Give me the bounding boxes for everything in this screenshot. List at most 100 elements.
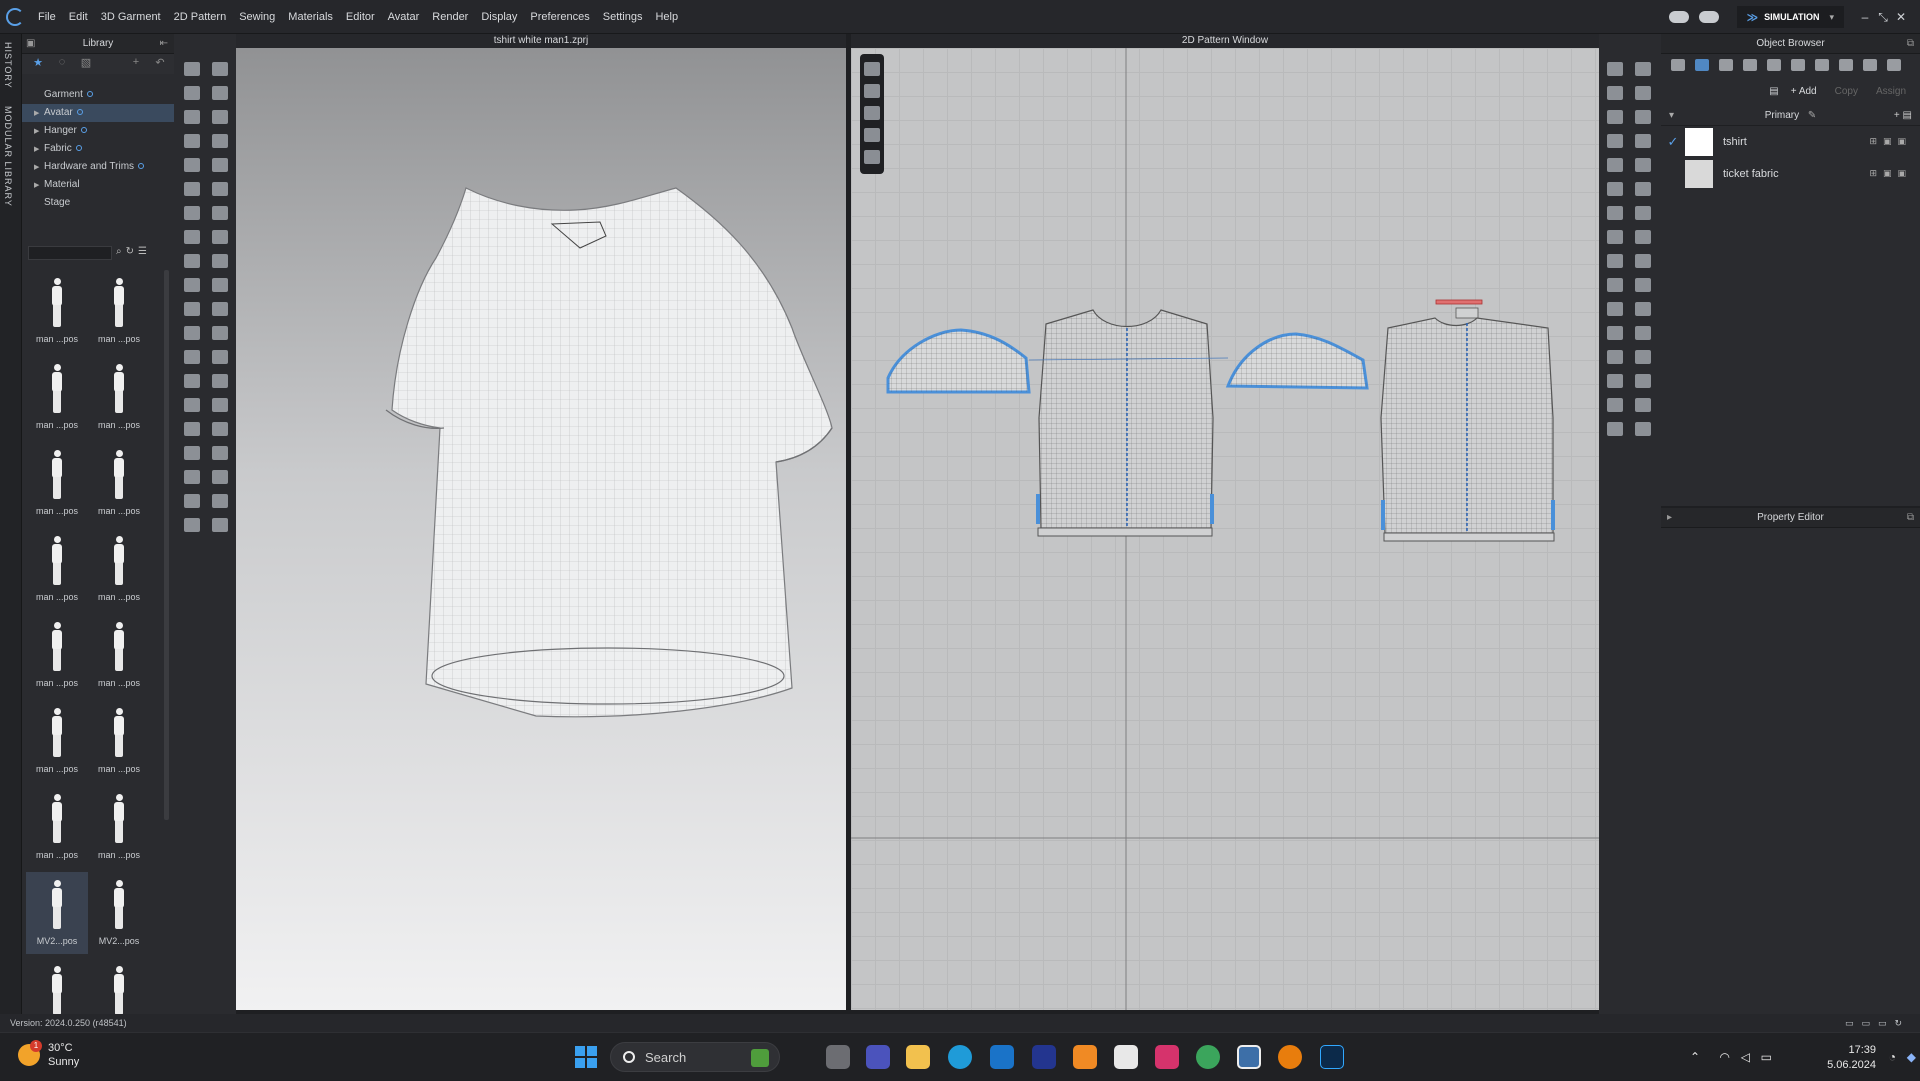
avatar-thumbnail[interactable]: man ...pos: [26, 356, 88, 438]
tool-icon[interactable]: [184, 278, 200, 292]
tool-icon[interactable]: [212, 254, 228, 268]
tool-icon[interactable]: [1635, 182, 1651, 196]
tree-item-hardware-and-trims[interactable]: ▶ Hardware and Trims: [22, 158, 174, 176]
tool-icon[interactable]: [1607, 134, 1623, 148]
tool-icon[interactable]: [184, 254, 200, 268]
tool-icon[interactable]: [184, 182, 200, 196]
taskbar-search[interactable]: Search: [610, 1042, 780, 1072]
tool-icon[interactable]: [184, 470, 200, 484]
back-icon[interactable]: ↶: [150, 56, 170, 72]
tool-icon[interactable]: [184, 374, 200, 388]
tool-icon[interactable]: [212, 86, 228, 100]
volume-icon[interactable]: ◁: [1741, 1050, 1750, 1064]
graphic-icon[interactable]: [1719, 59, 1733, 71]
tool-icon[interactable]: [1607, 182, 1623, 196]
menu-2d-pattern[interactable]: 2D Pattern: [174, 11, 227, 23]
add-button[interactable]: + Add: [1785, 84, 1823, 99]
box-app-icon[interactable]: [1073, 1045, 1097, 1069]
tool-icon[interactable]: [212, 278, 228, 292]
tool-icon[interactable]: [212, 470, 228, 484]
tool-icon[interactable]: [184, 302, 200, 316]
fabric-item-ticket-fabric[interactable]: ticket fabric ⊞▣▣: [1661, 158, 1920, 190]
library-scrollbar[interactable]: [164, 270, 169, 820]
colorway-section[interactable]: ▾ Primary ✎ + ▤: [1661, 106, 1920, 126]
menu-avatar[interactable]: Avatar: [388, 11, 420, 23]
photoshop-icon[interactable]: [1320, 1045, 1344, 1069]
tool-icon[interactable]: [212, 374, 228, 388]
avatar-thumbnail[interactable]: man ...pos: [26, 700, 88, 782]
expand-arrow-icon[interactable]: ▾: [1669, 106, 1674, 126]
menu-materials[interactable]: Materials: [288, 11, 333, 23]
cloud-sync-icon[interactable]: [1698, 11, 1719, 23]
tool-icon[interactable]: [1635, 398, 1651, 412]
folder-icon[interactable]: ▤: [1769, 86, 1778, 97]
chevron-up-icon[interactable]: ⌃: [1690, 1050, 1700, 1064]
tool-icon[interactable]: [184, 110, 200, 124]
clock[interactable]: 17:39 5.06.2024: [1827, 1043, 1876, 1073]
buttonhole-icon[interactable]: [1767, 59, 1781, 71]
blender-icon[interactable]: [1278, 1045, 1302, 1069]
tool-icon[interactable]: [1607, 86, 1623, 100]
tool-icon[interactable]: [212, 110, 228, 124]
tool-icon[interactable]: [184, 158, 200, 172]
tool-icon[interactable]: [1607, 278, 1623, 292]
tool-icon[interactable]: [1635, 158, 1651, 172]
fabric-icon[interactable]: [1695, 59, 1709, 71]
tree-item-material[interactable]: ▶ Material: [22, 176, 174, 194]
tool-icon[interactable]: [864, 128, 880, 142]
menu-help[interactable]: Help: [655, 11, 678, 23]
menu-sewing[interactable]: Sewing: [239, 11, 275, 23]
avatar-thumbnail[interactable]: man ...pos: [26, 528, 88, 610]
tool-icon[interactable]: [184, 206, 200, 220]
edge-icon[interactable]: [948, 1045, 972, 1069]
close-button[interactable]: ✕: [1892, 10, 1910, 24]
avatar-thumbnail[interactable]: man ...pos: [88, 356, 150, 438]
tool-icon[interactable]: [1607, 350, 1623, 364]
tool-icon[interactable]: [1635, 350, 1651, 364]
tool-icon[interactable]: [212, 302, 228, 316]
assign-button[interactable]: Assign: [1870, 84, 1912, 99]
tool-icon[interactable]: [212, 326, 228, 340]
tool-icon[interactable]: [1635, 110, 1651, 124]
notification-bell-icon[interactable]: ◔: [1889, 1050, 1896, 1064]
avatar-thumbnail[interactable]: man ...pos: [26, 786, 88, 868]
library-search-input[interactable]: [28, 246, 112, 260]
tool-icon[interactable]: [1607, 230, 1623, 244]
add-colorway-icon[interactable]: + ▤: [1894, 106, 1912, 126]
tool-icon[interactable]: [1635, 206, 1651, 220]
minimize-button[interactable]: –: [1856, 10, 1874, 24]
tool-icon[interactable]: [1607, 422, 1623, 436]
cloud-share-icon[interactable]: [1668, 11, 1689, 23]
avatar-thumbnail[interactable]: MV2...pos: [26, 872, 88, 954]
tool-icon[interactable]: [212, 206, 228, 220]
3d-garment-viewport[interactable]: tshirt white man1.zprj: [236, 34, 846, 1010]
file-explorer-icon[interactable]: [906, 1045, 930, 1069]
avatar-thumbnail[interactable]: man ...pos: [88, 442, 150, 524]
scene-icon[interactable]: [1671, 59, 1685, 71]
tool-icon[interactable]: [1607, 398, 1623, 412]
wifi-icon[interactable]: ◠: [1720, 1050, 1730, 1064]
tool-icon[interactable]: [212, 518, 228, 532]
recent-icon[interactable]: ◌: [52, 56, 72, 72]
tool-icon[interactable]: [212, 182, 228, 196]
tool-icon[interactable]: [1607, 62, 1623, 76]
tool-icon[interactable]: [1607, 374, 1623, 388]
start-button[interactable]: [575, 1046, 597, 1068]
collapse-icon[interactable]: ⇤: [160, 34, 168, 54]
tool-icon[interactable]: [212, 350, 228, 364]
tool-icon[interactable]: [1635, 326, 1651, 340]
tool-icon[interactable]: [212, 446, 228, 460]
menu-preferences[interactable]: Preferences: [530, 11, 589, 23]
battery-icon[interactable]: ▭: [1761, 1050, 1772, 1064]
avatar-thumbnail[interactable]: man ...pos: [88, 270, 150, 352]
clo3d-taskbar-icon[interactable]: [1237, 1045, 1261, 1069]
store-icon[interactable]: [1114, 1045, 1138, 1069]
mode-selector[interactable]: ≫ SIMULATION ▾: [1736, 6, 1844, 28]
tool-icon[interactable]: [1607, 302, 1623, 316]
avatar-thumbnail[interactable]: man ...pos: [88, 614, 150, 696]
undock-icon[interactable]: ⧉: [1907, 508, 1914, 528]
avatar-thumbnail[interactable]: man ...pos: [88, 528, 150, 610]
menu-render[interactable]: Render: [432, 11, 468, 23]
tree-item-garment[interactable]: Garment: [22, 86, 174, 104]
mail-icon[interactable]: [990, 1045, 1014, 1069]
